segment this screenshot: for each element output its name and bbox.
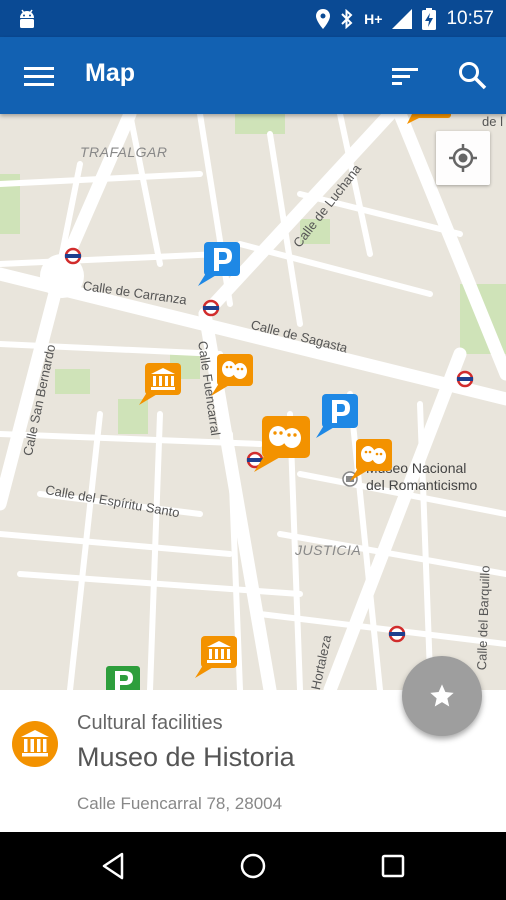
network-type: H+ (364, 10, 383, 27)
district-label: TRAFALGAR (80, 144, 168, 160)
page-title: Map (85, 59, 135, 87)
parking-marker[interactable] (314, 394, 360, 440)
parking-marker[interactable] (106, 666, 142, 690)
place-address: Calle Fuencarral 78, 28004 (77, 794, 283, 813)
clock: 10:57 (446, 7, 494, 29)
android-icon (20, 9, 34, 28)
status-bar: H+ 10:57 (0, 0, 506, 37)
sort-icon[interactable] (388, 59, 422, 93)
location-icon (316, 8, 331, 29)
menu-icon[interactable] (20, 59, 60, 93)
district-label: JUSTICIA (295, 542, 362, 558)
museum-marker[interactable] (193, 636, 239, 680)
star-icon (430, 684, 454, 707)
map-base (0, 114, 506, 690)
place-category: Cultural facilities (77, 712, 223, 734)
theatre-marker[interactable] (252, 416, 312, 474)
theatre-marker[interactable] (209, 354, 255, 398)
back-icon[interactable] (96, 848, 132, 884)
bluetooth-icon (341, 8, 353, 29)
place-name: Museo de Historia (77, 742, 295, 772)
street-label: de l (482, 114, 503, 129)
favorite-fab[interactable] (402, 656, 482, 736)
search-icon[interactable] (455, 59, 491, 93)
app-bar: Map (0, 37, 506, 114)
theatre-marker[interactable] (405, 114, 453, 128)
signal-icon (392, 8, 413, 29)
recents-icon[interactable] (375, 848, 411, 884)
crosshair-icon (449, 144, 477, 172)
home-icon[interactable] (235, 848, 271, 884)
theatre-marker[interactable] (348, 439, 394, 483)
my-location-button[interactable] (436, 131, 490, 185)
battery-charging-icon (422, 7, 437, 30)
museum-icon (12, 721, 58, 767)
navigation-bar (0, 832, 506, 900)
parking-marker[interactable] (196, 242, 242, 288)
map-view[interactable]: TRAFALGAR JUSTICIA Calle de Carranza Cal… (0, 114, 506, 690)
museum-marker[interactable] (137, 363, 183, 407)
